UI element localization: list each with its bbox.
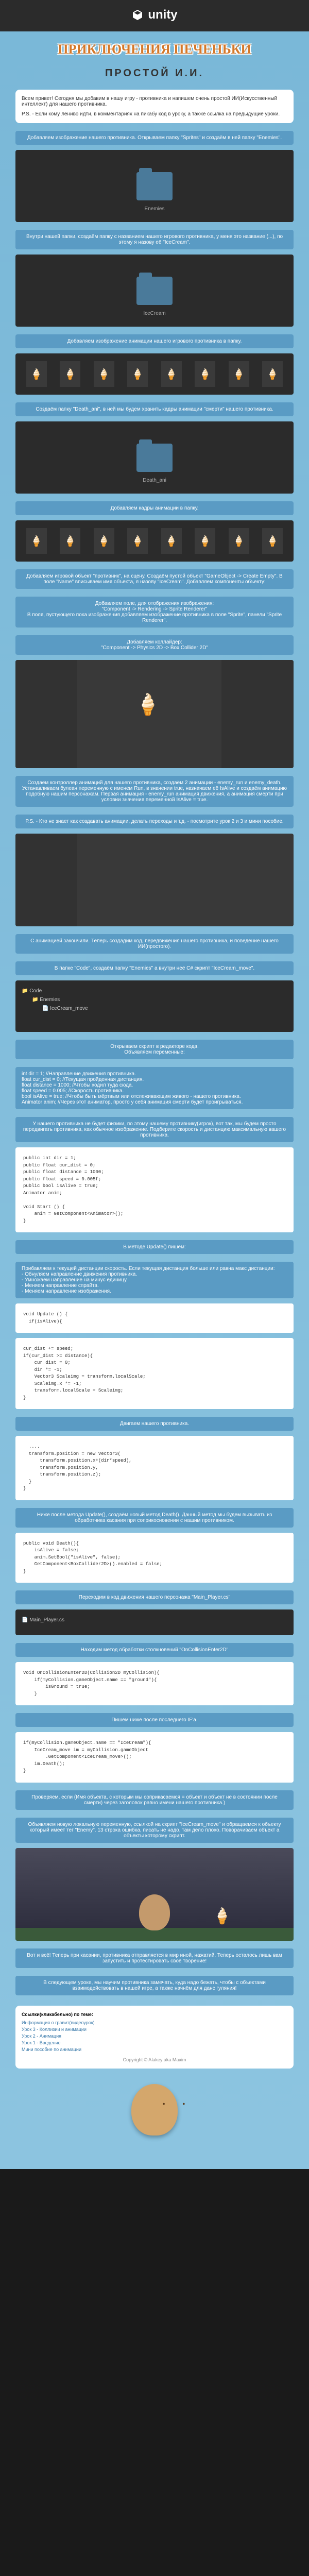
footer-text-2: В следующем уроке, мы научим противника … — [15, 1976, 294, 1995]
step-label-8: С анимацией закончили. Теперь создадим к… — [15, 934, 294, 954]
ref-link[interactable]: Информация о гравит(видеоурок) — [22, 2020, 287, 2025]
copyright: Copyright © Alakey aka Maxim — [22, 2057, 287, 2062]
sprite-frame[interactable]: 🍦 — [161, 528, 182, 554]
step-label-3: Добавляем изображение анимации нашего иг… — [15, 334, 294, 348]
sprite-frame[interactable]: 🍦 — [262, 361, 283, 387]
animator-graph[interactable] — [77, 834, 294, 926]
code-vars[interactable]: public int dir = 1; public float cur_dis… — [15, 1147, 294, 1232]
step-label-4: Создаём папку "Death_ani", в ней мы буде… — [15, 402, 294, 416]
step-label-6: Добавляем игровой объект "противник", на… — [15, 569, 294, 589]
step-label-10: У нашего противника не будет физики, по … — [15, 1117, 294, 1142]
folder-name-1: Enemies — [145, 206, 165, 212]
hierarchy-panel[interactable] — [15, 660, 77, 768]
subtitle: ПРОСТОЙ И.И. — [0, 62, 309, 90]
step-label-1: Добавляем изображение нашего противника.… — [15, 131, 294, 145]
step-label-9vars: int dir = 1; //Направление движения прот… — [15, 1067, 294, 1109]
step-label-7: Создаём контроллер анимаций для нашего п… — [15, 776, 294, 807]
step-label-16: Пишем ниже после последнего IF'а. — [15, 1713, 294, 1727]
game-title: ПРИКЛЮЧЕНИЯ ПЕЧЕНЬКИ — [0, 42, 309, 57]
refs-title: Ссылки(кликабельно) по теме: — [22, 2012, 287, 2017]
cookie-icon — [131, 2084, 178, 2136]
step-label-17: Проверяем, если (Имя объекта, с которым … — [15, 1790, 294, 1810]
folder-name-2: IceCream — [143, 311, 165, 316]
references-box: Ссылки(кликабельно) по теме: Информация … — [15, 2006, 294, 2069]
step-label-17b: Объявляем новую локальную переменную, сс… — [15, 1818, 294, 1843]
sprite-frame[interactable]: 🍦 — [26, 528, 47, 554]
ref-link[interactable]: Мини пособие по анимации — [22, 2047, 287, 2052]
folder-icon[interactable] — [136, 172, 173, 200]
step-label-6b: Добавляем поле, для отображения изображе… — [15, 597, 294, 628]
sprite-frame[interactable]: 🍦 — [161, 361, 182, 387]
file-panel: 📄 Main_Player.cs — [15, 1609, 294, 1635]
folder-item[interactable]: 📁 Enemies — [22, 995, 287, 1004]
cookie-mascot — [15, 2069, 294, 2154]
step-label-14: Переходим в код движения нашего персонаж… — [15, 1590, 294, 1604]
enemy-sprite[interactable]: 🍦 — [135, 692, 161, 717]
intro-text: Всем привет! Сегодня мы добавим в нашу и… — [22, 96, 287, 107]
sprite-row-1: 🍦 🍦 🍦 🍦 🍦 🍦 🍦 🍦 — [15, 353, 294, 395]
unity-logo: unity — [131, 8, 177, 22]
sprite-frame[interactable]: 🍦 — [127, 361, 148, 387]
step-label-2: Внутри нашей папки, создаём папку с назв… — [15, 230, 294, 249]
step-label-9: Открываем скрипт в редакторе кода. Объяв… — [15, 1040, 294, 1059]
sprite-frame[interactable]: 🍦 — [26, 361, 47, 387]
project-panel: 📁 Code 📁 Enemies 📄 IceCream_move — [15, 980, 294, 1032]
sprite-frame[interactable]: 🍦 — [195, 361, 215, 387]
inspector-panel[interactable] — [221, 660, 294, 768]
step-label-15: Находим метод обработки столкновений "On… — [15, 1643, 294, 1657]
sprite-row-2: 🍦 🍦 🍦 🍦 🍦 🍦 🍦 🍦 — [15, 520, 294, 562]
enemy-character: 🍦 — [213, 1907, 232, 1925]
step-label-7b: P.S. - Кто не знает как создавать анимац… — [15, 815, 294, 828]
intro-box: Всем привет! Сегодня мы добавим в нашу и… — [15, 90, 294, 123]
ref-link[interactable]: Урок 1 - Введение — [22, 2040, 287, 2045]
ref-link[interactable]: Урок 2 - Анимация — [22, 2033, 287, 2039]
intro-ps: P.S. - Если кому лениво идти, в коммента… — [22, 111, 287, 117]
folder-name-3: Death_ani — [143, 478, 166, 483]
code-update-header[interactable]: void Update () { if(isAlive){ — [15, 1303, 294, 1333]
folder-icon[interactable] — [136, 444, 173, 472]
unity-icon — [131, 9, 144, 21]
folder-icon[interactable] — [136, 277, 173, 305]
sprite-frame[interactable]: 🍦 — [229, 361, 249, 387]
folder-panel-3: Death_ani — [15, 421, 294, 494]
folder-panel-2: IceCream — [15, 255, 294, 327]
unity-editor: 🍦 — [15, 660, 294, 768]
code-move[interactable]: .... transform.position = new Vector3( t… — [15, 1436, 294, 1500]
ref-link[interactable]: Урок 3 - Коллизии и анимации — [22, 2027, 287, 2032]
sprite-frame[interactable]: 🍦 — [195, 528, 215, 554]
folder-item[interactable]: 📁 Code — [22, 987, 287, 995]
cookie-character — [139, 1894, 170, 1930]
sprite-frame[interactable]: 🍦 — [127, 528, 148, 554]
animator-editor — [15, 834, 294, 926]
step-label-13: Ниже после метода Update(), создаём новы… — [15, 1508, 294, 1528]
sprite-frame[interactable]: 🍦 — [60, 528, 80, 554]
sprite-frame[interactable]: 🍦 — [94, 361, 114, 387]
step-label-12: Двигаем нашего противника. — [15, 1417, 294, 1431]
sprite-frame[interactable]: 🍦 — [262, 528, 283, 554]
step-label-8b: В папке "Code", создаём папку "Enemies" … — [15, 961, 294, 975]
scene-view[interactable]: 🍦 — [77, 660, 221, 768]
code-update[interactable]: cur_dist += speed; if(cur_dist >= distan… — [15, 1338, 294, 1409]
code-collision[interactable]: void OnCollisionEnter2D(Collision2D myCo… — [15, 1662, 294, 1705]
footer-text: Вот и всё! Теперь при касании, противник… — [15, 1948, 294, 1968]
sprite-frame[interactable]: 🍦 — [94, 528, 114, 554]
animator-params[interactable] — [15, 834, 77, 926]
title-banner: ПРИКЛЮЧЕНИЯ ПЕЧЕНЬКИ — [0, 31, 309, 62]
game-preview: 🍦 — [15, 1848, 294, 1941]
code-collision2[interactable]: if(myCollision.gameObject.name == "IceCr… — [15, 1732, 294, 1783]
script-file[interactable]: 📄 Main_Player.cs — [22, 1616, 287, 1624]
step-label-11: В методе Update() пишем: — [15, 1240, 294, 1254]
folder-panel-1: Enemies — [15, 150, 294, 222]
step-label-5: Добавляем кадры анимации в папку. — [15, 501, 294, 515]
step-label-6c: Добавляем коллайдер: "Component -> Physi… — [15, 635, 294, 655]
logo-text: unity — [148, 8, 177, 22]
script-item[interactable]: 📄 IceCream_move — [22, 1004, 287, 1013]
code-death[interactable]: public void Death(){ isAlive = false; an… — [15, 1533, 294, 1583]
header: unity — [0, 0, 309, 31]
sprite-frame[interactable]: 🍦 — [60, 361, 80, 387]
sprite-frame[interactable]: 🍦 — [229, 528, 249, 554]
step-label-11desc: Прибавляем к текущей дистанции скорость.… — [15, 1262, 294, 1298]
